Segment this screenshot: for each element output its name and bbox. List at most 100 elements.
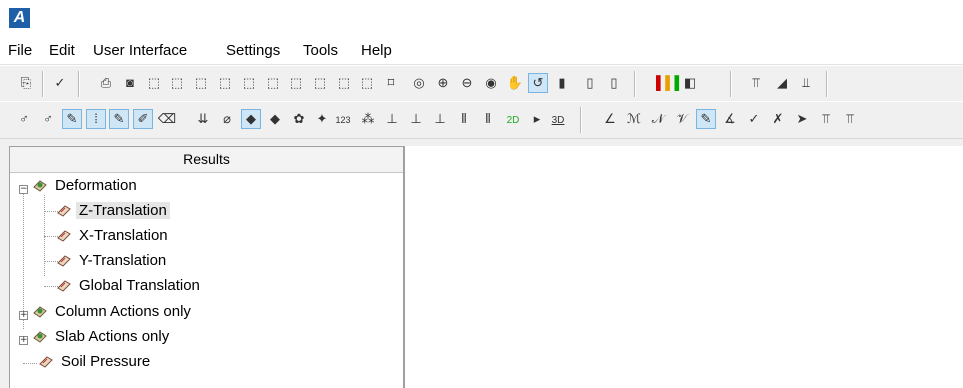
print-icon[interactable]: ⎙ [96, 73, 116, 93]
shear-y-icon[interactable]: 𝒱 [672, 109, 692, 129]
view-bottom-icon[interactable]: ⬚ [263, 73, 283, 93]
play-icon[interactable]: ▸ [527, 109, 547, 129]
arrows-down-icon[interactable]: ⇊ [193, 109, 213, 129]
view-back-icon[interactable]: ⬚ [167, 73, 187, 93]
view-iso2-icon[interactable]: ⬚ [310, 73, 330, 93]
numbers-icon[interactable]: 123 [333, 109, 353, 129]
marker-icon[interactable]: ⁞ [86, 109, 106, 129]
tree-item-deformation[interactable]: Deformation [32, 175, 140, 197]
pile-icon[interactable]: ⫴ [454, 109, 474, 129]
zoom-in-icon[interactable]: ⊕ [433, 73, 453, 93]
result-item-icon [57, 280, 71, 292]
tree-item-x-translation[interactable]: X-Translation [56, 225, 171, 247]
tree-item-soil-pressure[interactable]: Soil Pressure [38, 351, 153, 373]
results-panel: Results − Deformation Z-Translation X-Tr… [9, 146, 404, 388]
menu-user-interface[interactable]: User Interface [93, 42, 187, 60]
tree-item-column-actions[interactable]: Column Actions only [32, 301, 194, 323]
app-logo-icon: A [9, 8, 30, 28]
normal-y-icon[interactable]: 𝒩 [648, 109, 668, 129]
color-scale-icon[interactable]: ▌▌▌ [656, 73, 684, 93]
support-icon[interactable]: ⊥ [382, 109, 402, 129]
toolbar-separator [634, 71, 636, 97]
threed-icon[interactable]: 3D [548, 109, 568, 129]
numbers-alt-icon[interactable]: ⁂ [358, 109, 378, 129]
white-background-icon[interactable]: ◧ [680, 73, 700, 93]
menu-bar: File Edit User Interface Settings Tools … [0, 37, 963, 65]
view-iso3-icon[interactable]: ⬚ [334, 73, 354, 93]
result-folder-icon [33, 306, 47, 318]
scale-check-icon[interactable]: ∡ [720, 109, 740, 129]
pan-hand-icon[interactable]: ✋ [505, 73, 525, 93]
results-panel-header: Results [10, 147, 403, 173]
result-red-icon[interactable]: ◆ [241, 109, 261, 129]
eraser-icon[interactable]: ⌫ [157, 109, 177, 129]
cross-mark-icon[interactable]: ✗ [768, 109, 788, 129]
rotate-icon[interactable]: ↺ [528, 73, 548, 93]
tree-line [23, 363, 37, 364]
support-up-icon[interactable]: ⊥ [406, 109, 426, 129]
zoom-out-icon[interactable]: ⊖ [457, 73, 477, 93]
expand-slab-actions-toggle[interactable]: + [19, 336, 28, 345]
pile-alt-icon[interactable]: ⫴ [478, 109, 498, 129]
pencil-magenta-icon[interactable]: ✎ [62, 109, 82, 129]
result-multi-icon[interactable]: ✿ [289, 109, 309, 129]
result-item-icon [57, 230, 71, 242]
view-top-icon[interactable]: ⬚ [239, 73, 259, 93]
toolbar-separator [730, 71, 732, 97]
toolbar-separator [42, 71, 44, 97]
result-item-icon [57, 255, 71, 267]
pen-icon[interactable]: ✎ [109, 109, 129, 129]
view-front-icon[interactable]: ⬚ [144, 73, 164, 93]
tree-item-global-translation[interactable]: Global Translation [56, 275, 203, 297]
result-green-icon[interactable]: ◆ [265, 109, 285, 129]
title-bar: A [0, 0, 963, 37]
line-draw-icon[interactable]: ∠ [600, 109, 620, 129]
menu-help[interactable]: Help [361, 42, 392, 60]
main-toolbar: ⎘ ✓ ⎙ ◙ ⬚ ⬚ ⬚ ⬚ ⬚ ⬚ ⬚ ⬚ ⬚ ⬚ ⌑ ◎ ⊕ ⊖ ◉ ✋ … [0, 65, 963, 103]
menu-edit[interactable]: Edit [49, 42, 75, 60]
toolbar-separator [580, 107, 582, 133]
support-up-alt-icon[interactable]: ⊥ [430, 109, 450, 129]
moment-y-icon[interactable]: ℳ [624, 109, 644, 129]
view-iso1-icon[interactable]: ⬚ [286, 73, 306, 93]
deformation-scale-icon[interactable]: ♂ [14, 109, 34, 129]
menu-settings[interactable]: Settings [226, 42, 280, 60]
tree-item-z-translation[interactable]: Z-Translation [56, 200, 170, 222]
copy-icon[interactable]: ⎘ [16, 73, 36, 93]
deformation-scale-alt-icon[interactable]: ♂ [38, 109, 58, 129]
scale-gradient-icon[interactable]: ◢ [772, 73, 792, 93]
shear-active-icon[interactable]: ✎ [696, 109, 716, 129]
zoom-realtime-icon[interactable]: ◉ [481, 73, 501, 93]
scale-bar-icon[interactable]: ⫪ [816, 109, 836, 129]
tree-item-slab-actions[interactable]: Slab Actions only [32, 326, 172, 348]
result-item-icon [39, 356, 53, 368]
cylinder-view-1-icon[interactable]: ▮ [552, 73, 572, 93]
expand-deformation-toggle[interactable]: − [19, 185, 28, 194]
zoom-window-icon[interactable]: ⌑ [381, 73, 401, 93]
cylinder-view-3-icon[interactable]: ▯ [604, 73, 624, 93]
twod-icon[interactable]: 2D [503, 109, 523, 129]
view-left-icon[interactable]: ⬚ [191, 73, 211, 93]
result-bulb-icon[interactable]: ✦ [312, 109, 332, 129]
result-folder-icon [33, 331, 47, 343]
check-mark-icon[interactable]: ✓ [744, 109, 764, 129]
expand-column-actions-toggle[interactable]: + [19, 311, 28, 320]
menu-tools[interactable]: Tools [303, 42, 338, 60]
result-folder-icon [33, 180, 47, 192]
view-iso4-icon[interactable]: ⬚ [357, 73, 377, 93]
pick-icon[interactable]: ✓ [50, 73, 70, 93]
scale-up-icon[interactable]: ⫪ [746, 73, 766, 93]
cylinder-view-2-icon[interactable]: ▯ [580, 73, 600, 93]
highlighter-icon[interactable]: ✐ [133, 109, 153, 129]
camera-icon[interactable]: ◙ [120, 73, 140, 93]
scale-bar-alt-icon[interactable]: ⫪ [840, 109, 860, 129]
zoom-fit-icon[interactable]: ◎ [409, 73, 429, 93]
menu-file[interactable]: File [8, 42, 32, 60]
tree-item-y-translation[interactable]: Y-Translation [56, 250, 169, 272]
spring-icon[interactable]: ⌀ [217, 109, 237, 129]
scale-down-icon[interactable]: ⫫ [796, 73, 816, 93]
arrow-icon[interactable]: ➤ [792, 109, 812, 129]
model-viewport[interactable] [404, 146, 963, 388]
view-right-icon[interactable]: ⬚ [215, 73, 235, 93]
results-toolbar: ♂ ♂ ✎ ⁞ ✎ ✐ ⌫ ⇊ ⌀ ◆ ◆ ✿ ✦ 123 ⁂ ⊥ ⊥ ⊥ ⫴ … [0, 101, 963, 139]
